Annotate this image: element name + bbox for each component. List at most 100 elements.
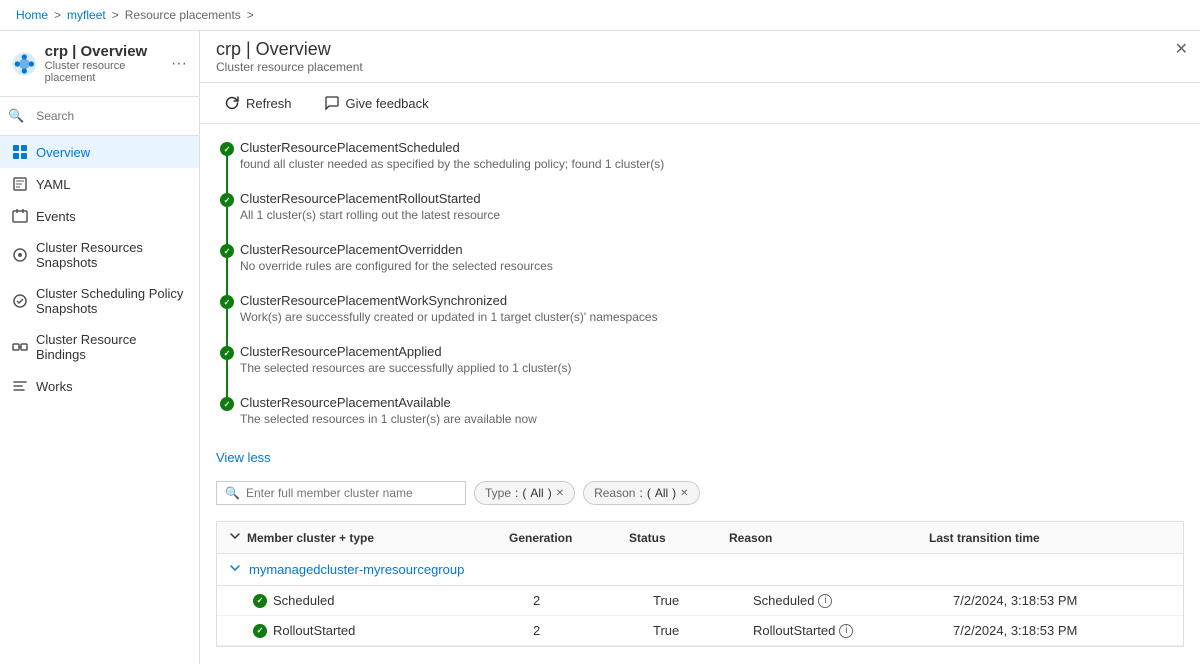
row-1-name: RolloutStarted — [273, 623, 355, 638]
row-0-status-dot — [253, 594, 267, 608]
row-1-generation: 2 — [533, 623, 653, 638]
yaml-icon — [12, 176, 28, 192]
row-1-reason: RolloutStarted — [753, 623, 835, 638]
sidebar-item-cluster-resources-snapshots[interactable]: Cluster Resources Snapshots — [0, 232, 199, 278]
type-filter-sep: : — [515, 486, 518, 500]
timeline-desc-1: All 1 cluster(s) start rolling out the l… — [240, 208, 1184, 222]
sidebar-item-works-label: Works — [36, 379, 73, 394]
panel-title-group: crp | Overview Cluster resource placemen… — [216, 39, 363, 74]
sidebar-item-cluster-scheduling-policy-snapshots[interactable]: Cluster Scheduling Policy Snapshots — [0, 278, 199, 324]
breadcrumb-fleet[interactable]: myfleet — [67, 8, 106, 22]
reason-filter-badge[interactable]: Reason : (All) ✕ — [583, 481, 699, 505]
view-less-link[interactable]: View less — [216, 450, 271, 465]
breadcrumb-home[interactable]: Home — [16, 8, 48, 22]
timeline-title-2: ClusterResourcePlacementOverridden — [240, 242, 1184, 257]
timeline-title-0: ClusterResourcePlacementScheduled — [240, 140, 1184, 155]
member-cluster-header-label: Member cluster + type — [247, 531, 374, 545]
events-icon — [12, 208, 28, 224]
timeline-title-1: ClusterResourcePlacementRolloutStarted — [240, 191, 1184, 206]
row-0-last-transition: 7/2/2024, 3:18:53 PM — [953, 593, 1171, 608]
timeline-title-5: ClusterResourcePlacementAvailable — [240, 395, 1184, 410]
refresh-icon — [224, 95, 240, 111]
breadcrumb-sep1: > — [54, 8, 61, 22]
panel-header: crp | Overview Cluster resource placemen… — [200, 31, 1200, 83]
feedback-button[interactable]: Give feedback — [316, 91, 437, 115]
cluster-scheduling-policy-snapshots-icon — [12, 293, 28, 309]
timeline-desc-3: Work(s) are successfully created or upda… — [240, 310, 1184, 324]
collapse-all-icon[interactable] — [229, 530, 241, 545]
refresh-button[interactable]: Refresh — [216, 91, 300, 115]
generation-header-label: Generation — [509, 531, 629, 545]
timeline-line-1 — [226, 207, 228, 246]
cluster-group-toggle-icon[interactable] — [229, 562, 241, 577]
filter-bar: 🔍 Type : (All) ✕ Reason : (All) ✕ — [216, 481, 1184, 505]
panel-subtitle: Cluster resource placement — [216, 60, 363, 74]
app-logo-icon — [12, 50, 37, 78]
search-input[interactable] — [28, 105, 199, 127]
row-1-last-transition: 7/2/2024, 3:18:53 PM — [953, 623, 1171, 638]
cluster-name-search-input[interactable] — [246, 486, 457, 500]
row-0-reason-cell: Scheduled i — [753, 593, 953, 608]
timeline-dot-3 — [220, 295, 234, 309]
timeline-title-4: ClusterResourcePlacementApplied — [240, 344, 1184, 359]
search-icon: 🔍 — [8, 108, 24, 124]
type-filter-val: All — [530, 486, 543, 500]
reason-filter-val: All — [655, 486, 668, 500]
row-1-info-icon[interactable]: i — [839, 624, 853, 638]
sidebar-title: crp | Overview — [45, 43, 163, 60]
cluster-group-name-link[interactable]: mymanagedcluster-myresourcegroup — [249, 562, 464, 577]
row-1-status-dot — [253, 624, 267, 638]
timeline-item-4: ClusterResourcePlacementApplied The sele… — [240, 344, 1184, 395]
reason-filter-label: Reason — [594, 486, 635, 500]
reason-filter-sep: : — [639, 486, 642, 500]
feedback-icon — [324, 95, 340, 111]
sidebar-item-cluster-scheduling-policy-snapshots-label: Cluster Scheduling Policy Snapshots — [36, 286, 187, 316]
timeline-line-2 — [226, 258, 228, 297]
main-content: crp | Overview Cluster resource placemen… — [200, 31, 1200, 664]
row-0-status: True — [653, 593, 753, 608]
timeline-line-4 — [226, 360, 228, 399]
timeline-item-0: ClusterResourcePlacementScheduled found … — [240, 140, 1184, 191]
type-filter-label: Type — [485, 486, 511, 500]
timeline-dot-2 — [220, 244, 234, 258]
row-0-name-cell: Scheduled — [253, 593, 533, 608]
more-options-icon[interactable]: ··· — [171, 55, 187, 73]
type-filter-value: ( — [522, 486, 526, 500]
sidebar-item-overview-label: Overview — [36, 145, 90, 160]
feedback-label: Give feedback — [346, 96, 429, 111]
status-header-label: Status — [629, 531, 729, 545]
sidebar-subtitle: Cluster resource placement — [45, 60, 163, 84]
timeline-line-0 — [226, 156, 228, 195]
timeline-desc-2: No override rules are configured for the… — [240, 259, 1184, 273]
last-transition-header-label: Last transition time — [929, 531, 1171, 545]
type-filter-badge[interactable]: Type : (All) ✕ — [474, 481, 575, 505]
sidebar-item-works[interactable]: Works — [0, 370, 199, 402]
sidebar-item-cluster-resource-bindings[interactable]: Cluster Resource Bindings — [0, 324, 199, 370]
filter-search-icon: 🔍 — [225, 486, 240, 500]
sidebar-item-cluster-resource-bindings-label: Cluster Resource Bindings — [36, 332, 187, 362]
cluster-group-row: mymanagedcluster-myresourcegroup — [217, 554, 1183, 586]
row-0-info-icon[interactable]: i — [818, 594, 832, 608]
toolbar: Refresh Give feedback — [200, 83, 1200, 124]
breadcrumb: Home > myfleet > Resource placements > — [0, 0, 1200, 31]
timeline-desc-4: The selected resources are successfully … — [240, 361, 1184, 375]
timeline-title-3: ClusterResourcePlacementWorkSynchronized — [240, 293, 1184, 308]
sidebar-item-events-label: Events — [36, 209, 76, 224]
sidebar-item-overview[interactable]: Overview — [0, 136, 199, 168]
timeline-dot-5 — [220, 397, 234, 411]
sidebar-item-cluster-resources-snapshots-label: Cluster Resources Snapshots — [36, 240, 187, 270]
overview-icon — [12, 144, 28, 160]
sidebar-header: crp | Overview Cluster resource placemen… — [0, 31, 199, 97]
timeline-desc-0: found all cluster needed as specified by… — [240, 157, 1184, 171]
timeline-desc-5: The selected resources in 1 cluster(s) a… — [240, 412, 1184, 426]
timeline-item-5: ClusterResourcePlacementAvailable The se… — [240, 395, 1184, 434]
close-button[interactable]: ✕ — [1175, 39, 1188, 59]
sidebar-title-group: crp | Overview Cluster resource placemen… — [45, 43, 163, 84]
timeline-item-2: ClusterResourcePlacementOverridden No ov… — [240, 242, 1184, 293]
row-0-generation: 2 — [533, 593, 653, 608]
sidebar-item-events[interactable]: Events — [0, 200, 199, 232]
sidebar-item-yaml[interactable]: YAML — [0, 168, 199, 200]
filter-search-container: 🔍 — [216, 481, 466, 505]
results-table: Member cluster + type Generation Status … — [216, 521, 1184, 647]
reason-filter-value: ( — [647, 486, 651, 500]
